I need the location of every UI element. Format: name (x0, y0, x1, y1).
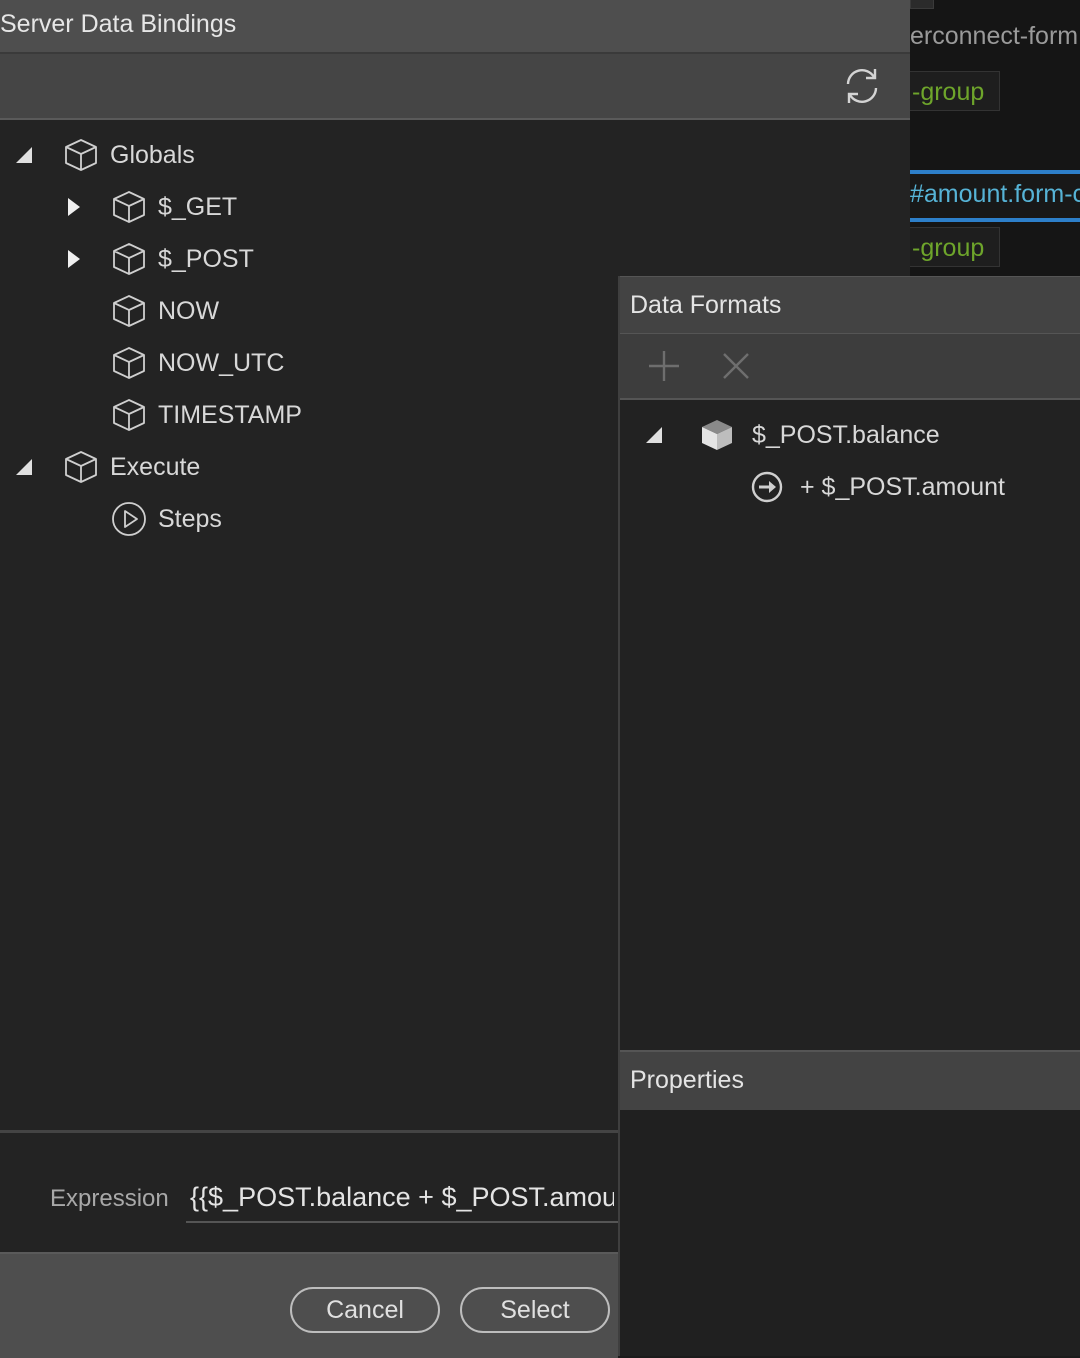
cube-solid-icon (702, 420, 732, 450)
tree-node-label: Execute (110, 452, 201, 481)
data-formats-header: Data Formats (620, 276, 1080, 335)
format-item-amount[interactable]: + $_POST.amount (748, 465, 1005, 509)
editor-tab-stub (910, 0, 934, 9)
dialog-footer: Cancel Select (0, 1252, 618, 1358)
tree-node-label: Steps (158, 504, 222, 533)
tree-node-label: TIMESTAMP (158, 400, 302, 429)
refresh-icon[interactable] (840, 64, 884, 108)
expression-label: Expression (50, 1185, 169, 1212)
cube-outline-icon (113, 295, 145, 327)
cube-outline-icon (113, 347, 145, 379)
expression-area: Expression (0, 1130, 618, 1255)
dialog-title-bar: Server Data Bindings (0, 0, 910, 54)
tree-node-post[interactable]: $_POST (64, 237, 254, 281)
cube-outline-icon (65, 451, 97, 483)
expanded-triangle-icon[interactable] (14, 145, 34, 165)
select-button[interactable]: Select (460, 1287, 610, 1333)
collapsed-triangle-icon[interactable] (64, 197, 84, 217)
tree-node-label: $_POST (158, 244, 254, 273)
cancel-button[interactable]: Cancel (290, 1287, 440, 1333)
data-formats-toolbar (620, 334, 1080, 400)
tree-node-label: Globals (110, 140, 195, 169)
dialog-toolbar (0, 54, 910, 120)
format-item-balance[interactable]: $_POST.balance (644, 413, 940, 457)
tree-node-label: $_GET (158, 192, 238, 221)
editor-code-chip: -group (910, 71, 1000, 111)
cube-outline-icon (65, 139, 97, 171)
tree-node-steps[interactable]: Steps (110, 497, 222, 541)
cube-outline-icon (113, 399, 145, 431)
tree-node-label: NOW (158, 296, 220, 325)
expanded-triangle-icon[interactable] (14, 457, 34, 477)
close-icon[interactable] (718, 348, 754, 384)
expanded-triangle-icon[interactable] (644, 425, 664, 445)
properties-header: Properties (620, 1050, 1080, 1112)
tree-node-get[interactable]: $_GET (64, 185, 237, 229)
play-circle-icon (112, 502, 146, 536)
properties-title: Properties (630, 1066, 744, 1094)
data-formats-title: Data Formats (630, 291, 782, 319)
editor-selected-text: #amount.form-c (910, 180, 1080, 208)
tree-node-globals[interactable]: Globals (14, 133, 195, 177)
cube-outline-icon (113, 243, 145, 275)
tree-node-label: NOW_UTC (158, 348, 285, 377)
dialog-title: Server Data Bindings (0, 10, 237, 38)
tree-node-execute[interactable]: Execute (14, 445, 200, 489)
tree-node-timestamp[interactable]: TIMESTAMP (110, 393, 302, 437)
background-editor: erconnect-form -group #amount.form-c -gr… (910, 0, 1080, 276)
data-formats-panel: Data Formats $_POST.balance + $_POST.amo… (618, 276, 1080, 1356)
tree-node-now[interactable]: NOW (110, 289, 219, 333)
collapsed-triangle-icon[interactable] (64, 249, 84, 269)
format-item-label: + $_POST.amount (800, 472, 1005, 501)
expression-input[interactable] (186, 1173, 618, 1223)
cube-outline-icon (113, 191, 145, 223)
properties-body (620, 1110, 1080, 1356)
arrow-circle-icon (751, 471, 783, 503)
editor-code-line: erconnect-form (910, 22, 1079, 50)
format-item-label: $_POST.balance (752, 420, 940, 449)
editor-selected-line: #amount.form-c (910, 170, 1080, 222)
tree-node-now-utc[interactable]: NOW_UTC (110, 341, 284, 385)
editor-code-chip: -group (910, 227, 1000, 267)
add-icon[interactable] (646, 348, 682, 384)
data-formats-list: $_POST.balance + $_POST.amount (620, 400, 1080, 1050)
